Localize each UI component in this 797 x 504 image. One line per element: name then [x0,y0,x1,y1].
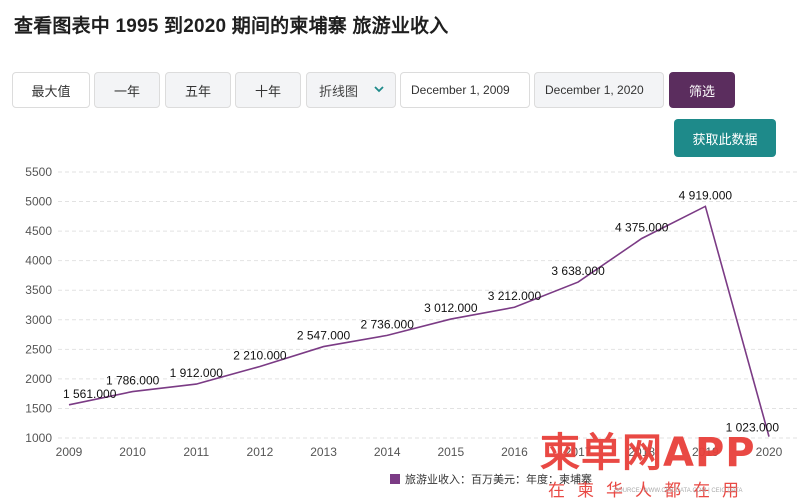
x-tick-label: 2010 [119,445,146,459]
y-tick-label: 5000 [25,195,52,209]
data-label: 4 375.000 [615,221,669,235]
x-tick-label: 2014 [374,445,401,459]
y-tick-label: 1500 [25,401,52,415]
data-label: 3 638.000 [551,264,605,278]
legend-swatch [390,474,400,484]
x-tick-label: 2013 [310,445,337,459]
chart-source: SOURCE: WWW.CEICDATA.COM | CEIC DATA [614,488,743,494]
watermark-logo: 柬单网APP [540,430,756,476]
data-label: 1 786.000 [106,374,160,388]
data-label: 2 547.000 [297,329,351,343]
y-tick-label: 2500 [25,342,52,356]
y-tick-label: 3500 [25,283,52,297]
y-tick-label: 5500 [25,165,52,179]
y-tick-label: 3000 [25,313,52,327]
data-label: 1 912.000 [170,366,224,380]
data-label: 4 919.000 [679,188,733,202]
series-line [68,205,770,437]
x-tick-label: 2015 [437,445,464,459]
x-tick-label: 2016 [501,445,528,459]
x-tick-label: 2011 [183,445,209,459]
data-label: 2 736.000 [360,317,414,331]
data-label: 3 012.000 [424,301,478,315]
data-label: 2 210.000 [233,348,287,362]
y-tick-label: 2000 [25,372,52,386]
x-tick-label: 2012 [247,445,274,459]
x-tick-label: 2009 [56,445,83,459]
y-tick-label: 1000 [25,431,52,445]
x-tick-label: 2020 [756,445,783,459]
y-tick-label: 4500 [25,224,52,238]
y-tick-label: 4000 [25,254,52,268]
data-label: 1 561.000 [63,387,117,401]
data-label: 3 212.000 [488,289,542,303]
